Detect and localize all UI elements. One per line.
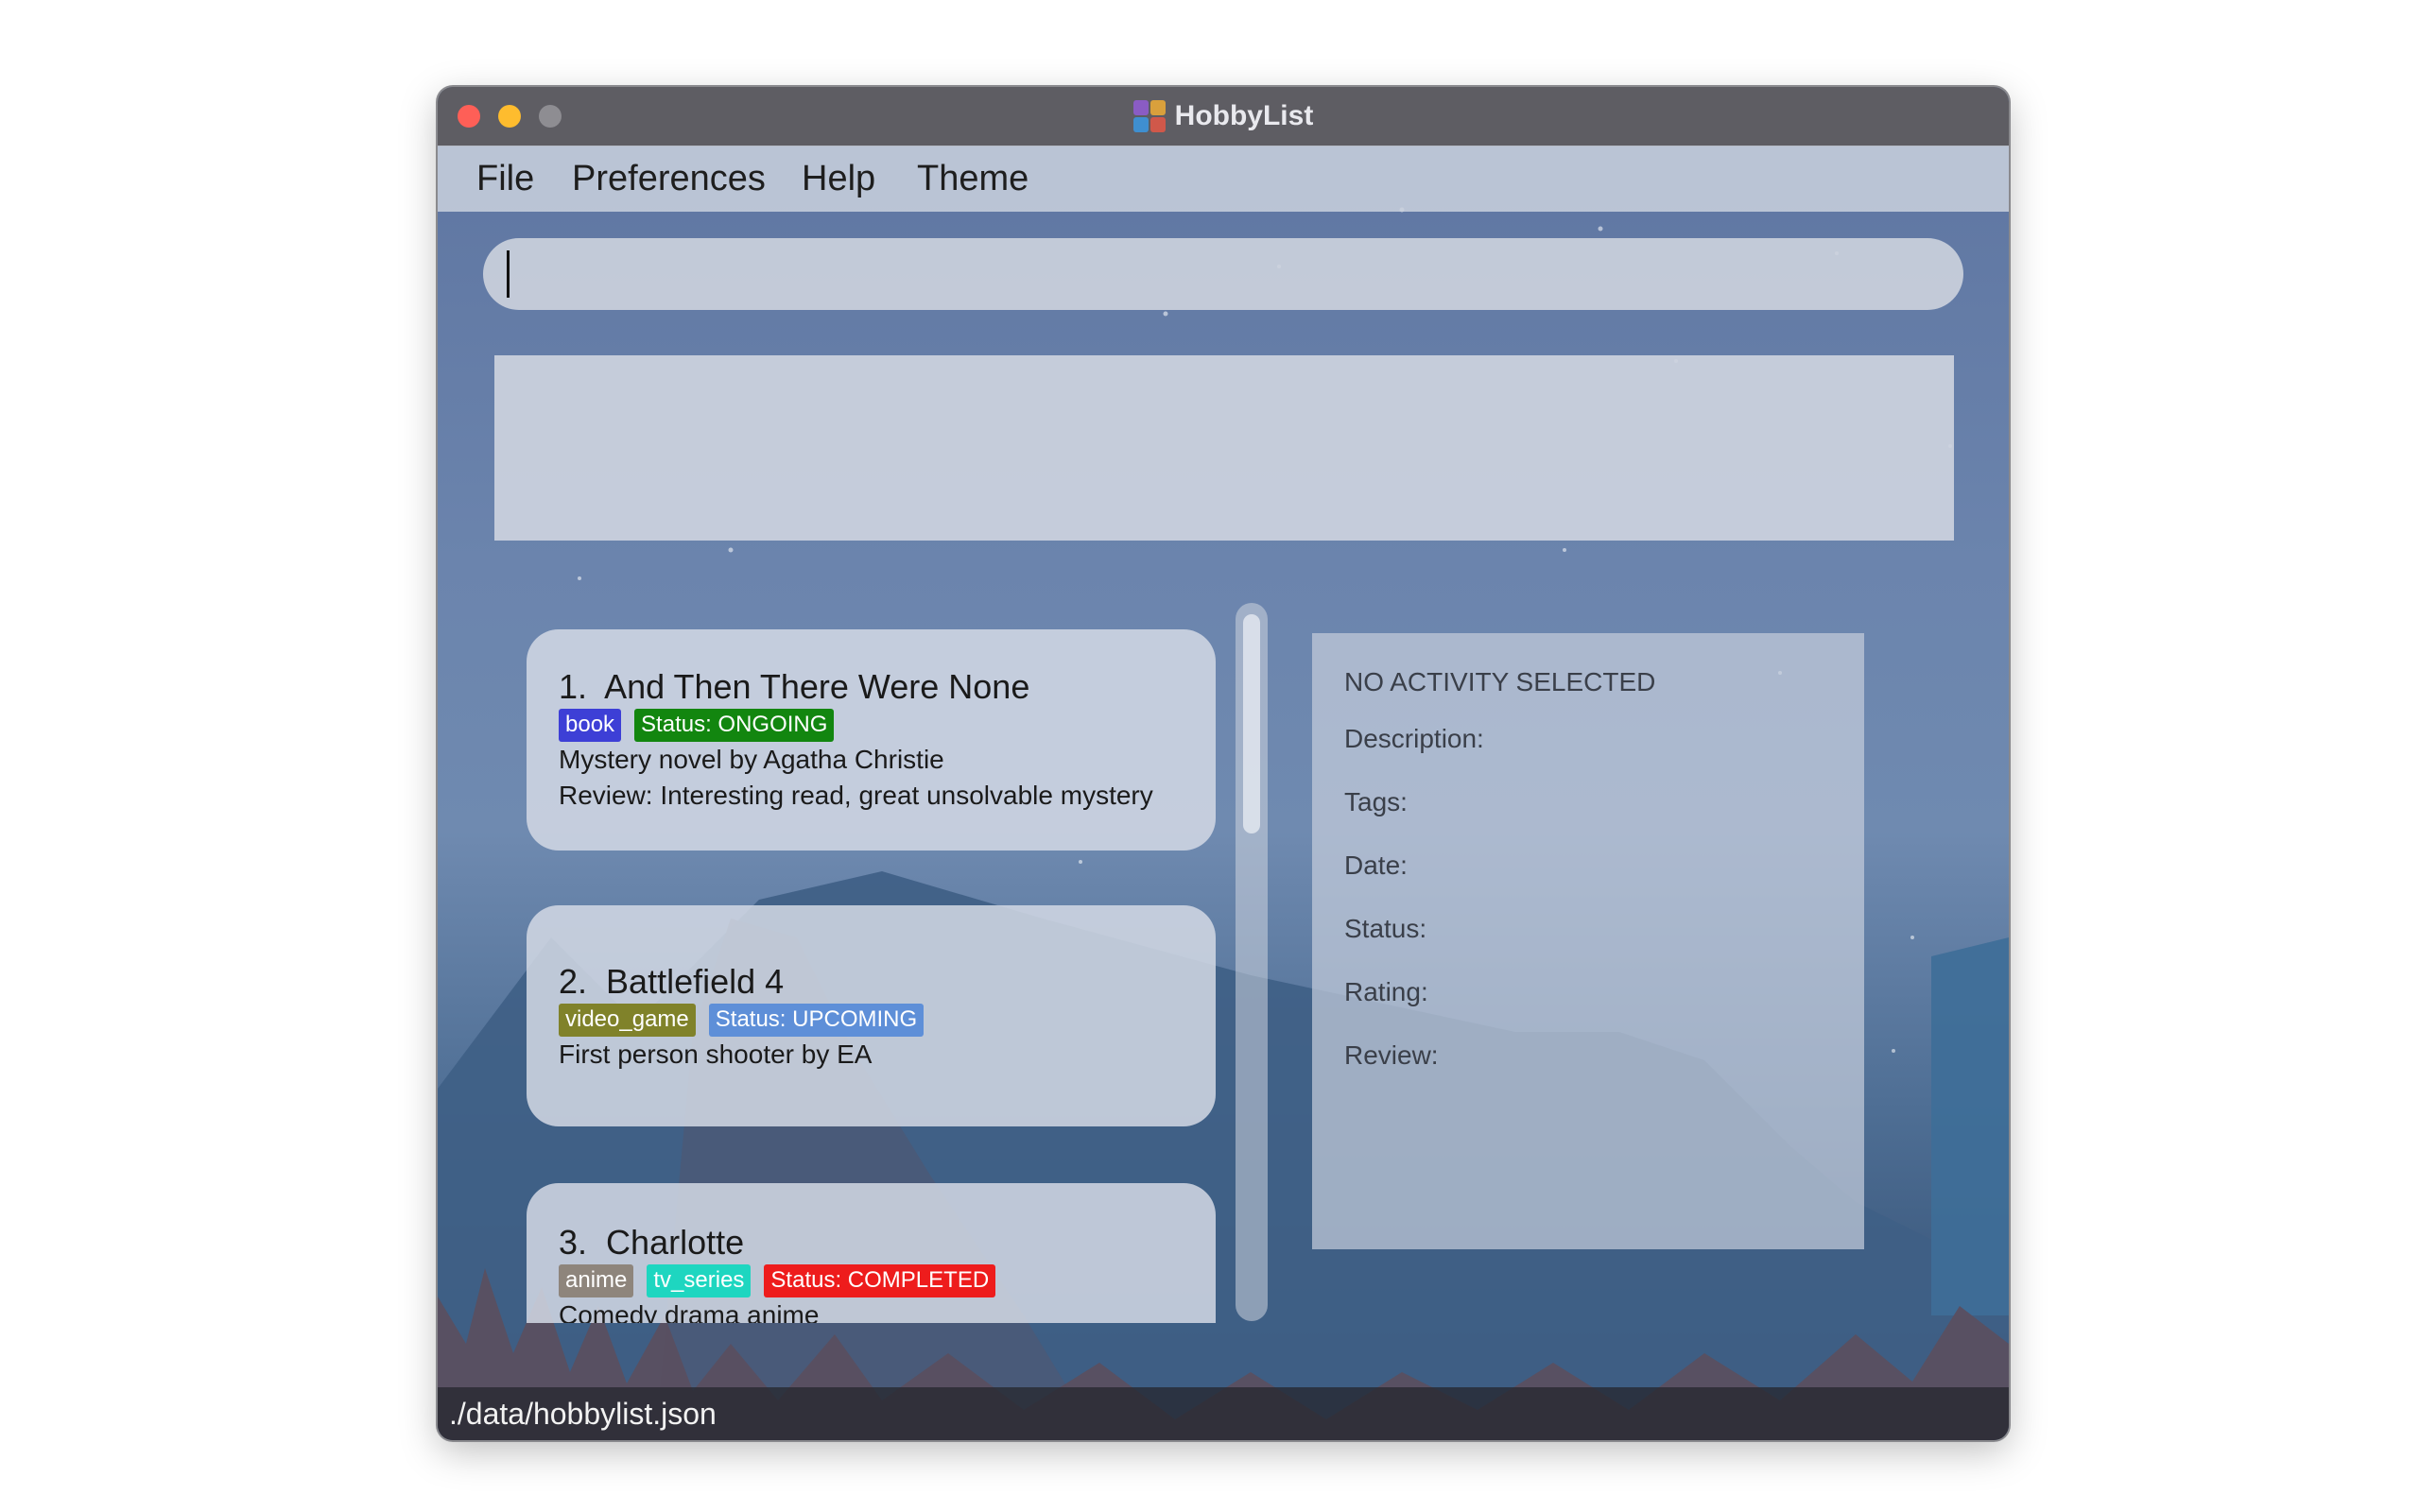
tag-badge: tv_series (647, 1264, 752, 1297)
activity-index: 3. (559, 1223, 588, 1262)
detail-rating-label: Rating: (1344, 977, 1428, 1006)
tag-badge: book (559, 709, 622, 742)
activity-index: 1. (559, 667, 588, 706)
menu-preferences[interactable]: Preferences (572, 159, 766, 199)
activity-list-scrollbar[interactable] (1236, 603, 1268, 1321)
app-logo-icon (1132, 100, 1166, 132)
activity-tags: anime tv_series Status: COMPLETED (559, 1264, 996, 1297)
menu-file[interactable]: File (476, 159, 534, 199)
status-badge: Status: UPCOMING (708, 1004, 925, 1037)
activity-index: 2. (559, 962, 588, 1001)
detail-review-label: Review: (1344, 1040, 1439, 1070)
status-bar: ./data/hobbylist.json (438, 1387, 2009, 1440)
tag-badge: video_game (559, 1004, 696, 1037)
detail-description-label: Description: (1344, 724, 1484, 753)
activity-card[interactable]: 2. Battlefield 4 video_game Status: UPCO… (527, 905, 1216, 1126)
activity-review: Review: Interesting read, great unsolvab… (559, 781, 1153, 810)
activity-description: First person shooter by EA (559, 1040, 873, 1069)
detail-heading: NO ACTIVITY SELECTED (1344, 667, 1656, 696)
title-bar: HobbyList (438, 87, 2009, 146)
activity-detail-panel: NO ACTIVITY SELECTED Description: Tags: … (1312, 633, 1864, 1249)
activity-name: Battlefield 4 (606, 962, 785, 1001)
activity-title: 1. And Then There Were None (559, 667, 1029, 707)
detail-tags-label: Tags: (1344, 787, 1408, 816)
activity-title: 2. Battlefield 4 (559, 962, 784, 1002)
result-display (494, 355, 1954, 541)
activity-name: And Then There Were None (604, 667, 1030, 706)
activity-list-viewport-edge: 3. Charlotte anime tv_series Status: COM… (527, 1183, 1216, 1323)
data-file-path: ./data/hobbylist.json (449, 1397, 717, 1431)
window-title: HobbyList (1174, 100, 1314, 131)
activity-name: Charlotte (606, 1223, 745, 1262)
activity-tags: video_game Status: UPCOMING (559, 1004, 925, 1037)
tag-badge: anime (559, 1264, 634, 1297)
detail-date-label: Date: (1344, 850, 1408, 880)
activity-title: 3. Charlotte (559, 1223, 744, 1263)
activity-description: Comedy drama anime (559, 1300, 820, 1323)
status-badge: Status: COMPLETED (764, 1264, 996, 1297)
text-caret (507, 250, 510, 298)
scrollbar-thumb[interactable] (1243, 614, 1260, 833)
activity-card[interactable]: 1. And Then There Were None book Status:… (527, 629, 1216, 850)
activity-description: Mystery novel by Agatha Christie (559, 745, 944, 774)
menu-theme[interactable]: Theme (917, 159, 1028, 199)
app-window: HobbyList File Preferences Help Theme 1.… (438, 87, 2009, 1440)
menu-help[interactable]: Help (802, 159, 875, 199)
menu-bar: File Preferences Help Theme (438, 146, 2009, 212)
command-input[interactable] (483, 238, 1963, 310)
detail-status-label: Status: (1344, 914, 1427, 943)
status-badge: Status: ONGOING (634, 709, 835, 742)
activity-card[interactable]: 3. Charlotte anime tv_series Status: COM… (527, 1183, 1216, 1323)
activity-tags: book Status: ONGOING (559, 709, 835, 742)
